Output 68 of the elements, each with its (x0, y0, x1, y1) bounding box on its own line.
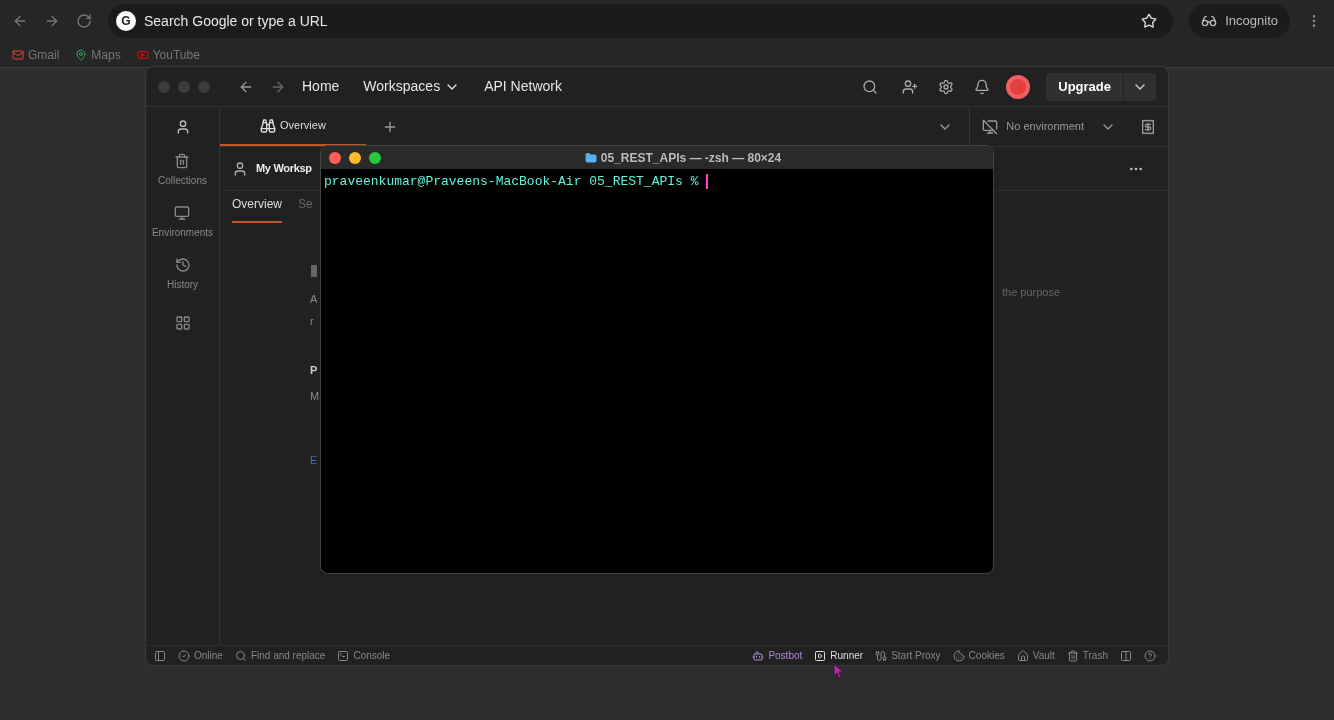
trash-icon (1066, 649, 1079, 662)
address-bar[interactable]: G Search Google or type a URL (108, 4, 1174, 38)
bookmark-icon (75, 48, 88, 61)
bookmark-icon (12, 48, 24, 61)
bookmark[interactable]: YouTube (136, 45, 200, 64)
forward-icon[interactable] (44, 13, 60, 29)
environment-quick-look-icon[interactable] (1140, 118, 1156, 135)
robot-icon (752, 649, 765, 662)
nav-link[interactable]: API Network (484, 76, 562, 97)
layout-icon[interactable] (1120, 649, 1132, 662)
sidebar-item[interactable]: Collections (158, 147, 207, 199)
description-text: the purpose (1002, 285, 1061, 300)
invite-icon[interactable] (902, 78, 919, 95)
search-icon (234, 649, 247, 662)
sidebar-item[interactable]: History (166, 251, 199, 303)
block-icon (311, 265, 317, 277)
sidebar-toggle-icon[interactable] (154, 649, 166, 662)
workspace-title: My Worksp (256, 161, 312, 177)
status-item[interactable]: Trash (1066, 648, 1108, 663)
sidebar-item[interactable]: Environments (151, 199, 214, 251)
text-fragment: E (310, 453, 318, 468)
search-icon[interactable] (862, 78, 879, 95)
sub-tab[interactable]: Overview (232, 195, 282, 223)
add-apps-icon[interactable] (174, 315, 191, 331)
help-icon[interactable] (1144, 649, 1156, 662)
terminal-prompt: praveenkumar@Praveens-MacBook-Air 05_REST_APIs % (324, 173, 700, 191)
incognito-icon (1201, 13, 1218, 29)
reload-icon[interactable] (76, 13, 92, 29)
history-icon (174, 257, 191, 273)
status-item[interactable]: Find and replace (234, 648, 326, 663)
sub-tab[interactable]: Se (298, 195, 313, 223)
address-field[interactable]: Search Google or type a URL (144, 10, 1134, 32)
google-icon: G (116, 11, 136, 31)
incognito-badge[interactable]: Incognito (1189, 4, 1290, 38)
back-icon[interactable] (12, 13, 28, 29)
bookmark[interactable]: Maps (75, 45, 121, 64)
bookmark-star-icon[interactable] (1141, 13, 1158, 29)
status-item[interactable]: Vault (1016, 648, 1055, 663)
settings-icon[interactable] (938, 78, 955, 95)
upgrade-button[interactable]: Upgrade (1046, 72, 1123, 101)
status-item[interactable]: Runner (814, 648, 864, 663)
bookmark[interactable]: Gmail (12, 45, 60, 64)
cursor (706, 174, 709, 190)
terminal-icon (337, 649, 350, 662)
status-item[interactable]: Console (337, 648, 391, 663)
cookie-icon (952, 649, 965, 662)
status-item[interactable]: Start Proxy (875, 648, 941, 663)
window-title: 05_REST_APIs — -zsh — 80×24 (600, 149, 782, 167)
folder-icon (584, 151, 597, 164)
text-fragment: r (310, 314, 314, 329)
bookmark-icon (136, 48, 149, 61)
plug-icon (875, 649, 888, 662)
avatar-icon[interactable] (1006, 74, 1031, 99)
workspace-icon (232, 160, 248, 177)
overview-icon (260, 117, 276, 134)
check-circle-icon (178, 649, 190, 662)
notifications-icon[interactable] (974, 78, 991, 95)
text-fragment: M (310, 389, 320, 404)
play-icon (814, 649, 827, 662)
status-item[interactable]: Cookies (952, 648, 1005, 663)
nav-link[interactable]: Workspaces (363, 76, 461, 97)
status-item[interactable]: Online (178, 648, 223, 663)
text-fragment: P (310, 363, 318, 378)
text-fragment: A (310, 292, 318, 307)
status-item[interactable]: Postbot (752, 648, 803, 663)
mouse-pointer-icon (833, 663, 844, 679)
environment-icon (982, 118, 999, 135)
nav-link[interactable]: Home (302, 76, 340, 97)
